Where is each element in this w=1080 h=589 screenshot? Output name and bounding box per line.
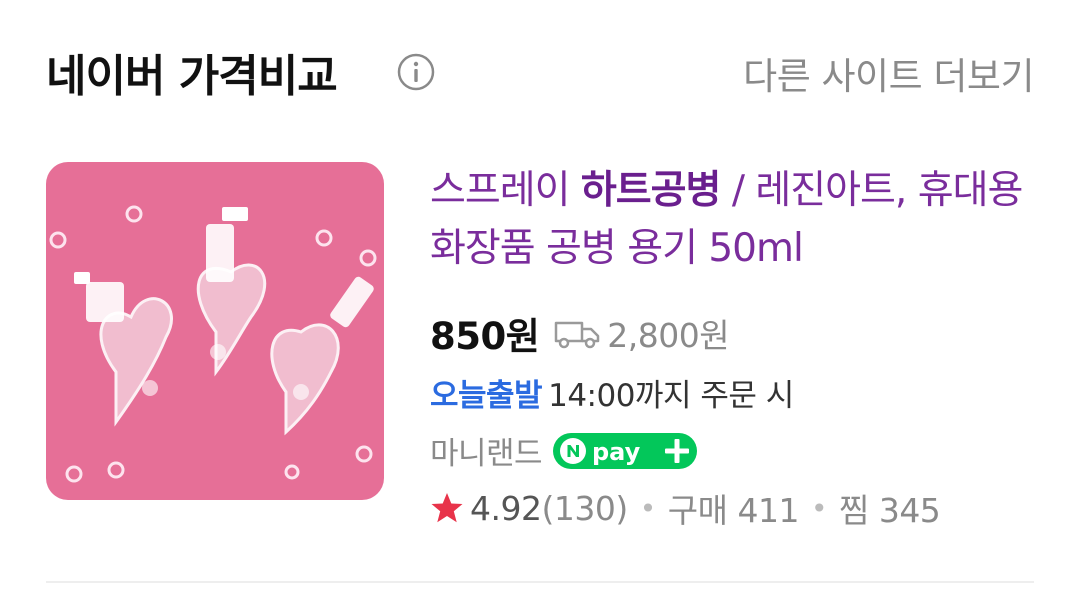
separator-dot: • [639,491,657,525]
seller-row: 마니랜드 pay [430,428,698,473]
divider [46,581,1034,583]
npay-logo: pay [553,432,698,469]
delivery-row: 오늘출발 14:00까지 주문 시 [430,370,794,415]
info-icon[interactable] [396,52,436,92]
rating-score: 4.92 [470,488,542,528]
truck-icon [555,321,600,349]
rating-row: 4.92 (130) • 구매 411 • 찜 345 [430,484,941,532]
product-image [46,162,384,500]
product-thumbnail[interactable] [46,162,384,500]
title-prefix: 스프레이 [430,168,581,213]
product-price: 850원 [430,315,540,358]
review-count[interactable]: (130) [541,489,628,528]
seller-name[interactable]: 마니랜드 [430,428,543,473]
title-highlight: 하트공병 [580,168,722,213]
delivery-text: 14:00까지 주문 시 [548,378,794,414]
star-icon [431,493,463,523]
price-row: 850원 2,800원 [430,305,730,361]
section-title: 네이버 가격비교 [46,51,338,102]
svg-text:pay: pay [592,438,641,466]
wishlist-count: 찜 345 [838,491,941,530]
product-title-link[interactable]: 스프레이 하트공병 / 레진아트, 휴대용 화장품 공병 용기 50ml [430,162,1040,278]
today-delivery-badge: 오늘출발 [430,378,543,414]
purchase-count: 구매 411 [667,491,800,530]
price-compare-header: 네이버 가격비교 다른 사이트 더보기 [46,40,1034,110]
more-sites-link[interactable]: 다른 사이트 더보기 [743,46,1034,100]
separator-dot: • [810,491,828,525]
shipping-fee: 2,800원 [607,316,730,355]
